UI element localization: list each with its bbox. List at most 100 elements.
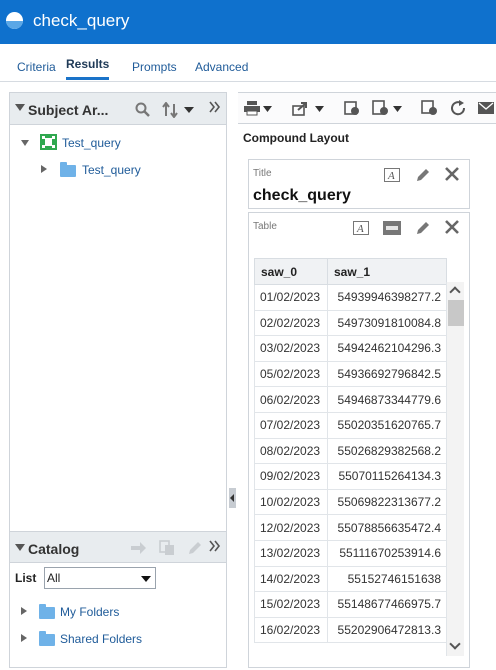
table-scrollbar[interactable] xyxy=(446,282,464,656)
app-logo-icon xyxy=(6,12,23,29)
table-cell-value: 55202906472813.3 xyxy=(327,616,447,644)
title-view-text: check_query xyxy=(253,187,351,204)
catalog-title: Catalog xyxy=(28,541,80,557)
column-header[interactable]: saw_1 xyxy=(327,258,447,285)
tree-collapsed-icon[interactable] xyxy=(21,607,27,615)
catalog-item-label[interactable]: My Folders xyxy=(60,605,119,619)
subject-area-icon xyxy=(40,134,57,150)
table-cell-date: 12/02/2023 xyxy=(254,514,328,541)
results-table-container: saw_0 saw_1 01/02/2023 54939946398277.2 02… xyxy=(254,258,465,656)
table-row: 03/02/2023 54942462104296.3 xyxy=(254,335,447,362)
catalog-header: Catalog xyxy=(10,531,226,563)
expand-panel-icon[interactable] xyxy=(209,540,221,552)
tree-item-folder[interactable]: Test_query xyxy=(10,161,226,179)
tree-collapsed-icon[interactable] xyxy=(21,634,27,642)
catalog-item-my-folders[interactable]: My Folders xyxy=(10,603,226,621)
table-cell-value: 55078856635472.4 xyxy=(327,514,447,541)
rename-icon[interactable] xyxy=(383,221,401,235)
table-row: 01/02/2023 54939946398277.2 xyxy=(254,284,447,311)
scrollbar-thumb[interactable] xyxy=(448,300,464,326)
table-cell-date: 16/02/2023 xyxy=(254,616,328,644)
tab-advanced[interactable]: Advanced xyxy=(195,60,248,74)
edit-icon[interactable] xyxy=(187,540,203,556)
format-text-icon[interactable]: A xyxy=(353,221,369,235)
print-icon[interactable] xyxy=(244,101,260,116)
collapse-subject-areas-icon[interactable] xyxy=(15,104,25,111)
tab-prompts[interactable]: Prompts xyxy=(132,60,177,74)
schedule-icon[interactable] xyxy=(344,100,360,116)
expand-panel-icon[interactable] xyxy=(209,101,221,113)
tab-criteria[interactable]: Criteria xyxy=(17,60,56,74)
export-icon[interactable] xyxy=(292,101,309,116)
table-row: 08/02/2023 55026829382568.2 xyxy=(254,437,447,465)
edit-icon[interactable] xyxy=(415,167,431,183)
table-row: 10/02/2023 55069822313677.2 xyxy=(254,488,447,516)
table-cell-value: 54936692796842.5 xyxy=(327,360,447,388)
table-row: 12/02/2023 55078856635472.4 xyxy=(254,514,447,541)
table-cell-value: 55020351620765.7 xyxy=(327,411,447,439)
refresh-icon[interactable] xyxy=(450,100,467,116)
table-cell-date: 14/02/2023 xyxy=(254,565,328,593)
table-cell-date: 10/02/2023 xyxy=(254,488,328,516)
email-icon[interactable] xyxy=(478,102,494,114)
results-table: saw_0 saw_1 01/02/2023 54939946398277.2 02… xyxy=(254,258,447,644)
deliver-icon[interactable] xyxy=(372,100,389,116)
table-cell-value: 55111670253914.6 xyxy=(327,539,447,567)
chevron-down-icon[interactable] xyxy=(315,106,324,112)
tab-results[interactable]: Results xyxy=(66,57,110,80)
scroll-up-icon[interactable] xyxy=(449,286,461,298)
results-toolbar xyxy=(238,92,496,124)
copy-icon[interactable] xyxy=(159,540,176,556)
search-icon[interactable] xyxy=(135,102,151,118)
scroll-down-icon[interactable] xyxy=(449,638,461,650)
left-panel: Subject Ar... Test_query Test_query Cata… xyxy=(9,92,227,668)
subject-areas-title: Subject Ar... xyxy=(28,102,109,118)
edit-icon[interactable] xyxy=(415,220,431,236)
chevron-down-icon[interactable] xyxy=(263,106,272,112)
catalog-item-shared-folders[interactable]: Shared Folders xyxy=(10,630,226,648)
table-row: 13/02/2023 55111670253914.6 xyxy=(254,539,447,567)
schedule-icon[interactable] xyxy=(421,100,438,116)
tree-expanded-icon[interactable] xyxy=(21,140,29,146)
table-cell-value: 55069822313677.2 xyxy=(327,488,447,516)
tree-item-label[interactable]: Test_query xyxy=(82,163,141,177)
column-header[interactable]: saw_0 xyxy=(254,258,328,285)
close-icon[interactable] xyxy=(445,220,459,234)
svg-text:A: A xyxy=(356,223,364,235)
catalog-item-label[interactable]: Shared Folders xyxy=(60,632,142,646)
table-header-row: saw_0 saw_1 xyxy=(254,258,447,285)
chevron-down-icon[interactable] xyxy=(393,106,402,112)
collapse-catalog-icon[interactable] xyxy=(15,544,25,551)
table-cell-value: 54939946398277.2 xyxy=(327,284,447,311)
move-icon[interactable] xyxy=(131,541,147,555)
table-row: 09/02/2023 55070115264134.3 xyxy=(254,463,447,490)
table-cell-value: 54946873344779.6 xyxy=(327,386,447,413)
list-label: List xyxy=(15,571,37,585)
panel-splitter-handle[interactable] xyxy=(229,488,236,508)
table-cell-value: 55148677466975.7 xyxy=(327,591,447,618)
svg-text:A: A xyxy=(387,170,395,182)
subject-areas-header: Subject Ar... xyxy=(10,93,226,125)
table-cell-value: 54942462104296.3 xyxy=(327,335,447,362)
tree-collapsed-icon[interactable] xyxy=(41,165,47,173)
close-icon[interactable] xyxy=(445,167,459,181)
list-filter-select[interactable]: All xyxy=(44,567,156,589)
chevron-down-icon[interactable] xyxy=(141,576,151,582)
sort-icon[interactable] xyxy=(162,102,180,118)
chevron-down-icon[interactable] xyxy=(184,107,194,114)
table-cell-date: 06/02/2023 xyxy=(254,386,328,413)
tree-item-subject-area[interactable]: Test_query xyxy=(10,133,226,151)
format-text-icon[interactable]: A xyxy=(384,168,400,182)
folder-icon xyxy=(39,604,55,619)
table-row: 15/02/2023 55148677466975.7 xyxy=(254,591,447,618)
table-cell-value: 55152746151638 xyxy=(327,565,447,593)
tab-bar: Criteria Results Prompts Advanced xyxy=(0,44,496,82)
table-cell-date: 03/02/2023 xyxy=(254,335,328,362)
title-view-label: Title xyxy=(253,168,272,179)
table-cell-value: 54973091810084.8 xyxy=(327,309,447,337)
tree-item-label[interactable]: Test_query xyxy=(62,136,121,150)
table-cell-date: 02/02/2023 xyxy=(254,309,328,337)
table-row: 02/02/2023 54973091810084.8 xyxy=(254,309,447,337)
table-row: 07/02/2023 55020351620765.7 xyxy=(254,411,447,439)
table-row: 16/02/2023 55202906472813.3 xyxy=(254,616,447,644)
